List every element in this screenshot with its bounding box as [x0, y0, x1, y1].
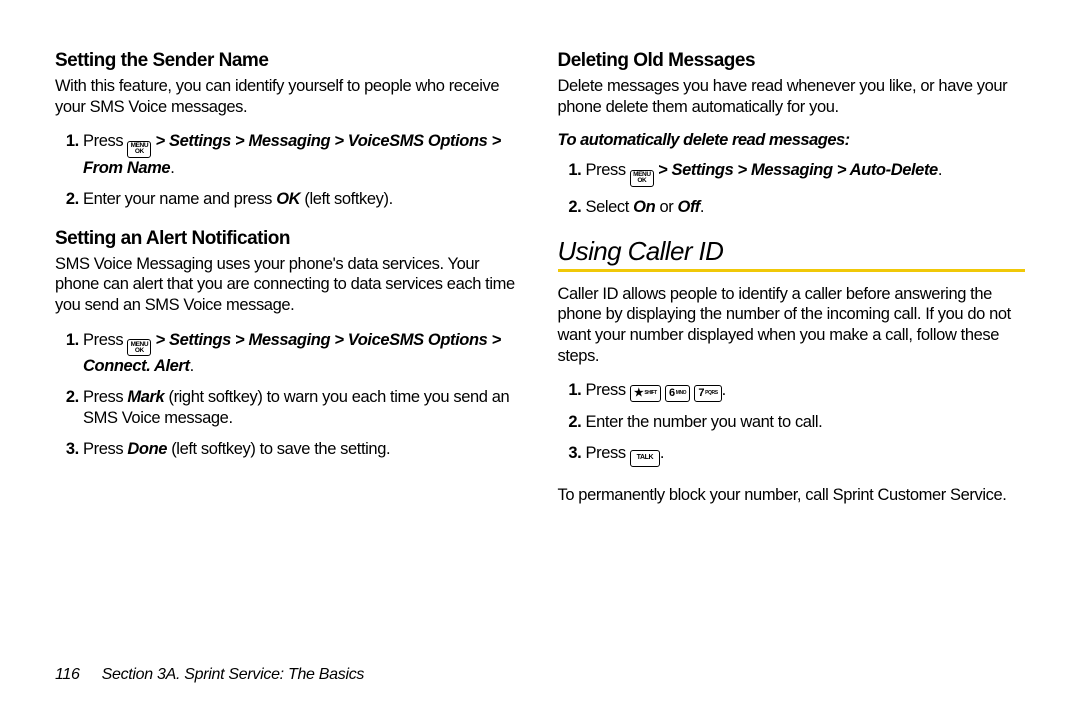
steps-alert: Press MENUOK > Settings > Messaging > Vo… [55, 330, 523, 461]
talk-key-icon: TALK [630, 450, 660, 467]
para-sender-intro: With this feature, you can identify your… [55, 76, 523, 117]
steps-auto-delete: Press MENUOK > Settings > Messaging > Au… [558, 160, 1026, 217]
step: Press MENUOK > Settings > Messaging > Au… [586, 160, 1026, 186]
seven-key-icon: 7PQRS [694, 385, 721, 402]
heading-alert-notif: Setting an Alert Notification [55, 228, 523, 250]
para-delete-intro: Delete messages you have read whenever y… [558, 76, 1026, 117]
step: Press Mark (right softkey) to warn you e… [83, 387, 523, 429]
para-alert-intro: SMS Voice Messaging uses your phone's da… [55, 254, 523, 316]
section-label: Section 3A. Sprint Service: The Basics [102, 666, 365, 683]
step: Enter your name and press OK (left softk… [83, 189, 523, 210]
step: Press Done (left softkey) to save the se… [83, 439, 523, 460]
menu-ok-icon: MENUOK [127, 141, 151, 158]
heading-sender-name: Setting the Sender Name [55, 50, 523, 72]
heading-delete-old: Deleting Old Messages [558, 50, 1026, 72]
manual-page: Setting the Sender Name With this featur… [0, 0, 1080, 550]
steps-sender: Press MENUOK > Settings > Messaging > Vo… [55, 131, 523, 210]
menu-ok-icon: MENUOK [630, 170, 654, 187]
step: Press ★SHIFT 6MNO 7PQRS. [586, 380, 1026, 402]
step: Press MENUOK > Settings > Messaging > Vo… [83, 330, 523, 377]
step: Select On or Off. [586, 197, 1026, 218]
left-column: Setting the Sender Name With this featur… [55, 50, 523, 520]
steps-callerid: Press ★SHIFT 6MNO 7PQRS. Enter the numbe… [558, 380, 1026, 467]
para-callerid-intro: Caller ID allows people to identify a ca… [558, 284, 1026, 367]
para-block-permanent: To permanently block your number, call S… [558, 485, 1026, 506]
step: Press TALK. [586, 443, 1026, 467]
right-column: Deleting Old Messages Delete messages yo… [558, 50, 1026, 520]
six-key-icon: 6MNO [665, 385, 690, 402]
star-key-icon: ★SHIFT [630, 385, 661, 402]
page-footer: 116 Section 3A. Sprint Service: The Basic… [55, 666, 364, 684]
sub-auto-delete: To automatically delete read messages: [558, 131, 1026, 150]
step: Enter the number you want to call. [586, 412, 1026, 433]
section-title-callerid: Using Caller ID [558, 236, 1026, 272]
page-number: 116 [55, 666, 80, 683]
step: Press MENUOK > Settings > Messaging > Vo… [83, 131, 523, 178]
menu-ok-icon: MENUOK [127, 339, 151, 356]
